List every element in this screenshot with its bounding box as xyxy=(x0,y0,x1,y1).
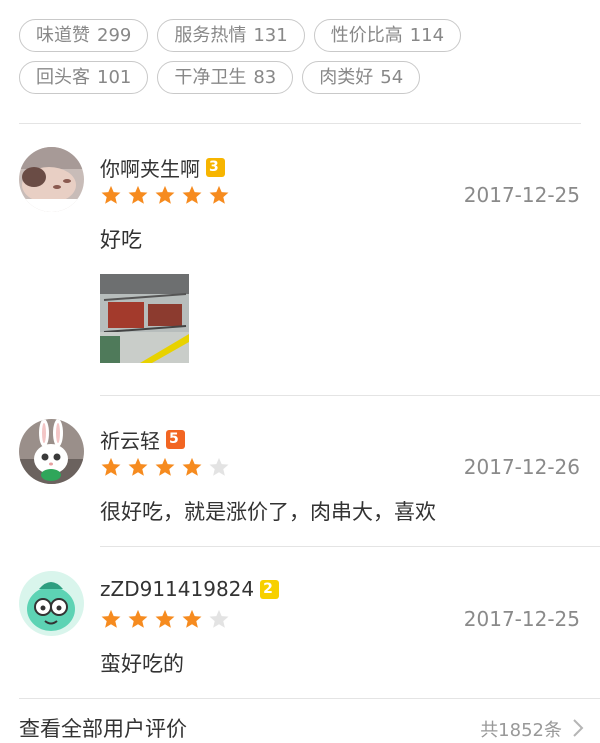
star-empty-icon xyxy=(208,608,230,630)
tag-label: 干净卫生 xyxy=(174,67,247,88)
divider xyxy=(19,123,581,124)
review-total-count: 共1852条 xyxy=(480,720,562,741)
chevron-right-icon xyxy=(573,719,584,737)
vip-level-badge: 2 xyxy=(260,579,280,599)
username[interactable]: 你啊夹生啊 3 xyxy=(100,153,225,182)
tag-cloud: 味道赞 299 服务热情 131 性价比高 114 回头客 101 干净卫生 83 肉类好… xyxy=(19,19,589,103)
avatar-image xyxy=(19,571,84,636)
view-all-reviews-link[interactable]: 查看全部用户评价 共1852条 xyxy=(0,698,600,741)
rating-stars xyxy=(100,608,230,630)
vip-level-number: 2 xyxy=(263,580,273,597)
review-date: 2017-12-26 xyxy=(463,455,580,479)
review-text: 好吃 xyxy=(100,228,142,252)
tag-count: 299 xyxy=(97,25,132,46)
star-filled-icon xyxy=(181,608,203,630)
view-all-reviews-label: 查看全部用户评价 xyxy=(19,717,187,741)
tag-count: 114 xyxy=(409,25,445,46)
tag-count: 101 xyxy=(97,67,132,88)
avatar[interactable] xyxy=(19,419,84,484)
star-filled-icon xyxy=(154,608,176,630)
star-filled-icon xyxy=(127,608,149,630)
review-date: 2017-12-25 xyxy=(463,607,580,631)
tag-clean[interactable]: 干净卫生 83 xyxy=(157,61,294,94)
review-text: 很好吃，就是涨价了，肉串大，喜欢 xyxy=(100,500,436,524)
tag-label: 服务热情 xyxy=(174,25,247,46)
vip-level-badge: 5 xyxy=(166,430,185,449)
tag-service[interactable]: 服务热情 131 xyxy=(157,19,305,52)
tag-taste[interactable]: 味道赞 299 xyxy=(19,19,149,52)
rating-stars xyxy=(100,456,230,478)
star-filled-icon xyxy=(100,184,122,206)
tag-label: 回头客 xyxy=(36,67,90,88)
divider xyxy=(100,395,600,396)
star-empty-icon xyxy=(208,456,230,478)
star-filled-icon xyxy=(181,184,203,206)
tag-label: 性价比高 xyxy=(330,25,403,46)
vip-level-number: 3 xyxy=(209,159,219,175)
star-filled-icon xyxy=(127,184,149,206)
star-filled-icon xyxy=(181,456,203,478)
tag-returning[interactable]: 回头客 101 xyxy=(19,61,149,94)
tag-count: 54 xyxy=(380,67,404,88)
review-text: 蛮好吃的 xyxy=(100,652,184,676)
username[interactable]: zZD911419824 2 xyxy=(100,577,280,601)
tag-row: 味道赞 299 服务热情 131 性价比高 114 xyxy=(19,19,589,52)
avatar-image xyxy=(19,147,84,212)
username-text: 祈云轻 xyxy=(100,429,160,453)
tag-count: 83 xyxy=(253,67,277,88)
tag-label: 味道赞 xyxy=(36,25,90,46)
username-text: zZD911419824 xyxy=(100,577,255,601)
vip-level-badge: 3 xyxy=(206,158,225,177)
divider xyxy=(100,546,600,547)
vip-level-number: 5 xyxy=(169,431,179,447)
avatar[interactable] xyxy=(19,147,84,212)
tag-value[interactable]: 性价比高 114 xyxy=(313,19,462,52)
star-filled-icon xyxy=(154,184,176,206)
username-text: 你啊夹生啊 xyxy=(100,157,200,181)
tag-label: 肉类好 xyxy=(319,67,374,88)
tag-row: 回头客 101 干净卫生 83 肉类好 54 xyxy=(19,61,589,94)
star-filled-icon xyxy=(127,456,149,478)
username[interactable]: 祈云轻 5 xyxy=(100,425,185,454)
tag-meat[interactable]: 肉类好 54 xyxy=(302,61,421,94)
review-photo[interactable] xyxy=(100,274,189,363)
rating-stars xyxy=(100,184,230,206)
avatar-image xyxy=(19,419,84,484)
tag-count: 131 xyxy=(253,25,288,46)
star-filled-icon xyxy=(100,456,122,478)
review-date: 2017-12-25 xyxy=(463,183,580,207)
star-filled-icon xyxy=(154,456,176,478)
star-filled-icon xyxy=(100,608,122,630)
photo-image xyxy=(100,274,189,363)
avatar[interactable] xyxy=(19,571,84,636)
star-filled-icon xyxy=(208,184,230,206)
